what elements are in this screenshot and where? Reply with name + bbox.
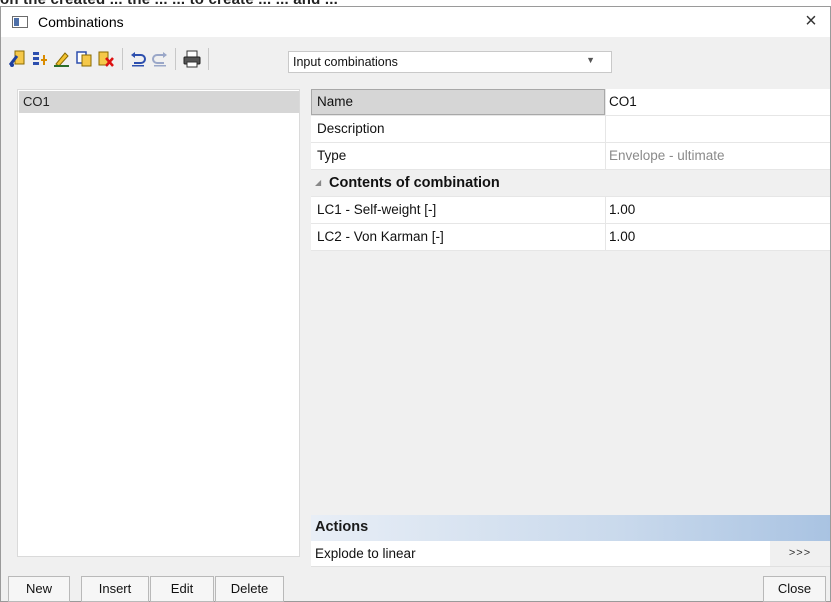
actions-title: Actions — [315, 519, 369, 535]
toolbar-separator — [175, 48, 176, 70]
property-row-description[interactable]: Description — [311, 116, 830, 143]
delete-button[interactable]: Delete — [215, 576, 284, 602]
chevron-down-icon: ▼ — [586, 55, 595, 65]
insert-icon[interactable] — [31, 50, 49, 68]
property-row-name[interactable]: Name CO1 — [311, 89, 830, 116]
edit-icon[interactable] — [53, 50, 71, 68]
property-row-lc2[interactable]: LC2 - Von Karman [-] 1.00 — [311, 224, 830, 251]
lc2-coefficient-field[interactable]: 1.00 — [609, 229, 635, 244]
undo-icon[interactable] — [129, 50, 147, 68]
action-label: Explode to linear — [315, 546, 416, 561]
insert-button[interactable]: Insert — [81, 576, 149, 602]
redo-icon[interactable] — [151, 50, 169, 68]
property-label: Name — [317, 94, 354, 109]
combinations-dialog: Combinations × Input combinations ▼ CO1 … — [0, 6, 831, 602]
new-icon[interactable] — [8, 50, 27, 68]
close-window-button[interactable]: × — [801, 10, 821, 32]
print-icon[interactable] — [183, 50, 201, 68]
action-explode-to-linear[interactable]: Explode to linear >>> — [311, 541, 830, 567]
column-divider — [605, 197, 606, 224]
delete-icon[interactable] — [97, 50, 115, 68]
collapse-triangle-icon[interactable]: ◢ — [315, 178, 321, 187]
actions-header: Actions — [311, 515, 830, 541]
property-row-type[interactable]: Type Envelope - ultimate — [311, 143, 830, 170]
property-label: LC2 - Von Karman [-] — [317, 229, 444, 244]
lc1-coefficient-field[interactable]: 1.00 — [609, 202, 635, 217]
list-item[interactable]: CO1 — [19, 91, 299, 113]
edit-button[interactable]: Edit — [150, 576, 214, 602]
column-divider — [605, 224, 606, 251]
property-row-lc1[interactable]: LC1 - Self-weight [-] 1.00 — [311, 197, 830, 224]
toolbar-separator — [208, 48, 209, 70]
combination-list[interactable]: CO1 — [17, 89, 300, 557]
copy-icon[interactable] — [75, 50, 93, 68]
new-button[interactable]: New — [8, 576, 70, 602]
run-action-button[interactable]: >>> — [770, 541, 830, 566]
window-title: Combinations — [38, 14, 124, 30]
window-icon — [12, 16, 28, 28]
column-divider — [605, 89, 606, 116]
group-label: Contents of combination — [329, 175, 500, 191]
selected-cell-highlight — [311, 89, 605, 115]
toolbar-separator — [122, 48, 123, 70]
property-label: Description — [317, 121, 385, 136]
combo-selected-value: Input combinations — [293, 55, 398, 69]
type-value-field: Envelope - ultimate — [609, 148, 725, 163]
close-button[interactable]: Close — [763, 576, 826, 602]
property-label: Type — [317, 148, 347, 163]
toolbar: Input combinations ▼ — [1, 37, 830, 83]
column-divider — [605, 116, 606, 143]
property-label: LC1 - Self-weight [-] — [317, 202, 437, 217]
column-divider — [605, 143, 606, 170]
title-bar: Combinations × — [1, 7, 830, 37]
property-grid: Name CO1 Description Type Envelope - ult… — [311, 89, 830, 557]
group-header-contents[interactable]: ◢ Contents of combination — [311, 170, 830, 197]
combination-type-select[interactable]: Input combinations ▼ — [288, 51, 612, 73]
name-value-field[interactable]: CO1 — [609, 94, 637, 109]
